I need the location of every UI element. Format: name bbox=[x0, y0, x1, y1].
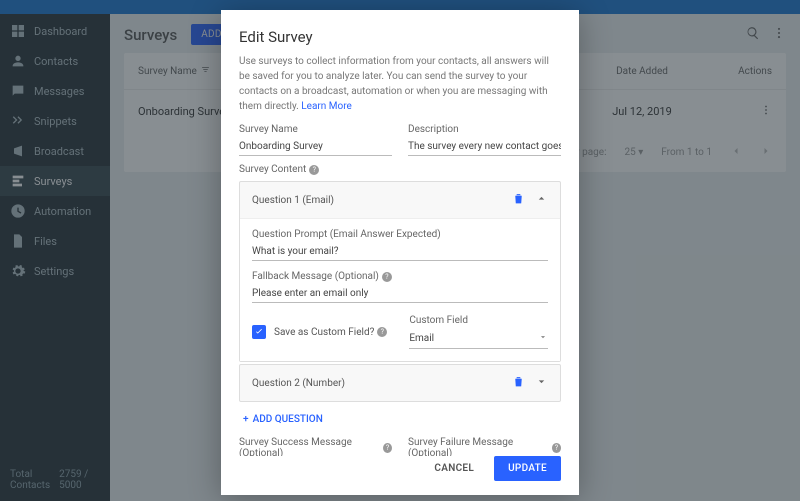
question-body-1: Question Prompt (Email Answer Expected) … bbox=[240, 218, 560, 361]
success-field: Survey Success Message (Optional) ? bbox=[239, 437, 392, 456]
failure-label: Survey Failure Message (Optional) ? bbox=[408, 437, 561, 456]
survey-name-field: Survey Name bbox=[239, 124, 392, 156]
custom-field-label: Custom Field bbox=[409, 315, 548, 326]
delete-icon[interactable] bbox=[512, 192, 525, 208]
field-label: Survey Name bbox=[239, 124, 392, 135]
question-header-2[interactable]: Question 2 (Number) bbox=[240, 365, 560, 401]
caret-down-icon bbox=[538, 332, 548, 345]
chevron-up-icon[interactable] bbox=[535, 192, 548, 208]
question-title: Question 2 (Number) bbox=[252, 378, 345, 389]
fallback-input[interactable] bbox=[252, 285, 548, 303]
edit-survey-modal: Edit Survey Use surveys to collect infor… bbox=[221, 10, 579, 495]
question-title: Question 1 (Email) bbox=[252, 195, 334, 206]
chevron-down-icon[interactable] bbox=[535, 375, 548, 391]
modal-backdrop[interactable]: Edit Survey Use surveys to collect infor… bbox=[0, 0, 800, 501]
help-icon[interactable]: ? bbox=[377, 327, 387, 337]
modal-actions: CANCEL UPDATE bbox=[221, 456, 579, 495]
save-custom-checkbox[interactable] bbox=[252, 325, 266, 339]
cancel-button[interactable]: CANCEL bbox=[422, 456, 486, 481]
add-question-button[interactable]: + ADD QUESTION bbox=[239, 404, 561, 437]
help-icon[interactable]: ? bbox=[552, 443, 561, 453]
delete-icon[interactable] bbox=[512, 375, 525, 391]
prompt-input[interactable] bbox=[252, 243, 548, 261]
description-input[interactable] bbox=[408, 138, 561, 156]
update-button[interactable]: UPDATE bbox=[494, 456, 561, 481]
modal-title: Edit Survey bbox=[239, 28, 561, 46]
field-label: Description bbox=[408, 124, 561, 135]
help-icon[interactable]: ? bbox=[309, 165, 319, 175]
question-header-1[interactable]: Question 1 (Email) bbox=[240, 182, 560, 218]
question-panel-2: Question 2 (Number) bbox=[239, 364, 561, 402]
prompt-label: Question Prompt (Email Answer Expected) bbox=[252, 229, 548, 240]
save-custom-label: Save as Custom Field? ? bbox=[274, 327, 387, 338]
fallback-label: Fallback Message (Optional) ? bbox=[252, 271, 548, 282]
description-field: Description bbox=[408, 124, 561, 156]
plus-icon: + bbox=[243, 414, 249, 425]
modal-description: Use surveys to collect information from … bbox=[239, 54, 561, 114]
custom-field-select[interactable]: Email bbox=[409, 329, 548, 349]
success-label: Survey Success Message (Optional) ? bbox=[239, 437, 392, 456]
help-icon[interactable]: ? bbox=[382, 272, 392, 282]
failure-field: Survey Failure Message (Optional) ? bbox=[408, 437, 561, 456]
question-panel-1: Question 1 (Email) Question Prompt (Emai… bbox=[239, 181, 561, 362]
learn-more-link[interactable]: Learn More bbox=[301, 101, 352, 112]
help-icon[interactable]: ? bbox=[383, 443, 392, 453]
survey-content-label: Survey Content ? bbox=[239, 164, 561, 175]
survey-name-input[interactable] bbox=[239, 138, 392, 156]
